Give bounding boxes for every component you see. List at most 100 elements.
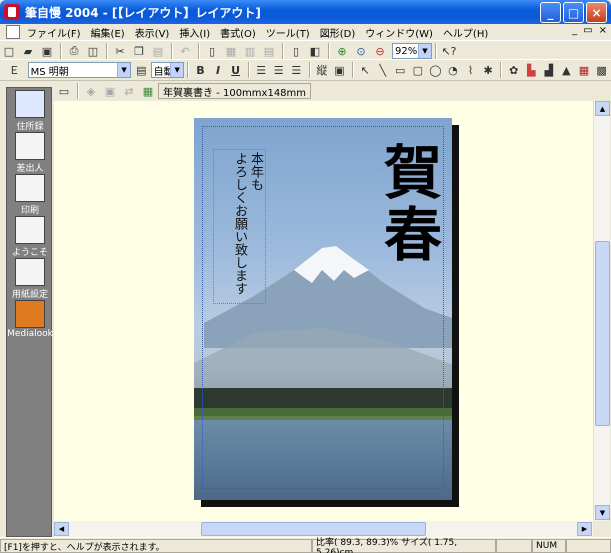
page-view-icon[interactable]: ▭ — [55, 82, 73, 100]
menu-help[interactable]: ヘルプ(H) — [438, 25, 493, 40]
text-tool-icon[interactable]: Ｅ — [6, 61, 23, 79]
app-icon[interactable] — [4, 4, 20, 20]
clipart-icon[interactable]: ✿ — [505, 61, 522, 79]
menu-tools[interactable]: ツール(T) — [261, 25, 315, 40]
welcome-icon — [15, 216, 45, 244]
save-icon[interactable]: ▣ — [38, 42, 56, 60]
sidebar-item-print[interactable]: 印刷 — [7, 174, 53, 216]
line-icon[interactable]: ╲ — [374, 61, 391, 79]
align-center-icon[interactable]: ☰ — [270, 61, 287, 79]
underline-button[interactable]: U — [227, 61, 244, 79]
stamp-icon[interactable]: ▲ — [558, 61, 575, 79]
sidebar-item-medialook[interactable]: Medialook — [7, 300, 53, 339]
sidebar-label: 住所録 — [16, 122, 44, 132]
photo-icon[interactable]: ▩ — [593, 61, 610, 79]
align-left-icon[interactable]: ☰ — [253, 61, 270, 79]
table-icon[interactable]: ▥ — [241, 42, 259, 60]
zoom-in-icon[interactable]: ⊕ — [333, 42, 351, 60]
document-toolbar: ▭ ◈ ▣ ⇄ ▦ 年賀裏書き - 100mmx148mm — [55, 81, 605, 101]
text-box-icon[interactable]: ▣ — [331, 61, 348, 79]
single-page-icon[interactable]: ▯ — [287, 42, 305, 60]
close-button[interactable]: × — [586, 2, 607, 23]
vertical-scrollbar[interactable]: ▲ ▼ — [593, 101, 610, 521]
back-side-icon[interactable]: ▣ — [101, 82, 119, 100]
mdi-close-button[interactable]: × — [599, 25, 607, 36]
vertical-scroll-thumb[interactable] — [595, 241, 610, 426]
italic-button[interactable]: I — [210, 61, 227, 79]
title-bar: 筆自慢 2004 - [【レイアウト】レイアウト] _ □ × — [0, 0, 611, 24]
page-size-label: 年賀裏書き - 100mmx148mm — [158, 83, 312, 99]
chevron-down-icon[interactable]: ▼ — [170, 63, 184, 77]
cut-icon[interactable]: ✂ — [111, 42, 129, 60]
print-icon[interactable]: ⎙ — [65, 42, 83, 60]
ellipse-icon[interactable]: ◯ — [427, 61, 444, 79]
sidebar-item-sender[interactable]: 差出人 — [7, 132, 53, 174]
menu-view[interactable]: 表示(V) — [130, 25, 175, 40]
menu-bar: ファイル(F) 編集(E) 表示(V) 挿入(I) 書式(O) ツール(T) 図… — [0, 24, 611, 40]
image-icon[interactable]: ▟ — [541, 61, 558, 79]
scroll-left-icon[interactable]: ◀ — [54, 522, 69, 536]
sidebar-item-paper-setup[interactable]: 用紙設定 — [7, 258, 53, 300]
menu-window[interactable]: ウィンドウ(W) — [360, 25, 438, 40]
menu-insert[interactable]: 挿入(I) — [174, 25, 215, 40]
minimize-button[interactable]: _ — [540, 2, 561, 23]
greeting-text-line1[interactable]: 本年も — [248, 152, 263, 191]
menu-shapes[interactable]: 図形(D) — [315, 25, 361, 40]
print-preview-icon[interactable]: ◫ — [84, 42, 102, 60]
menu-edit[interactable]: 編集(E) — [86, 25, 130, 40]
layout-icon[interactable]: ▦ — [139, 82, 157, 100]
size-select[interactable]: 自動 ▼ — [150, 62, 185, 78]
open-folder-icon[interactable]: ▰ — [19, 42, 37, 60]
rectangle-icon[interactable]: ▭ — [392, 61, 409, 79]
paste-icon[interactable]: ▤ — [149, 42, 167, 60]
maximize-button[interactable]: □ — [563, 2, 584, 23]
scroll-down-icon[interactable]: ▼ — [595, 505, 610, 520]
sidebar-item-welcome[interactable]: ようこそ — [7, 216, 53, 258]
scroll-right-icon[interactable]: ▶ — [577, 522, 592, 536]
freeform-icon[interactable]: ⌇ — [462, 61, 479, 79]
page-icon[interactable]: ▯ — [203, 42, 221, 60]
grid-icon[interactable]: ▦ — [222, 42, 240, 60]
undo-icon[interactable]: ↶ — [176, 42, 194, 60]
star-icon[interactable]: ✱ — [480, 61, 497, 79]
zoom-icon[interactable]: ⊙ — [352, 42, 370, 60]
menu-file[interactable]: ファイル(F) — [22, 25, 86, 40]
format-toolbar: Ｅ MS 明朝 ▼ ▤ 自動 ▼ B I U ☰ ☰ ☰ 縦 ▣ ↖ ╲ ▭ ▢… — [0, 59, 611, 81]
mdi-minimize-button[interactable]: _ — [572, 25, 577, 36]
columns-icon[interactable]: ▤ — [260, 42, 278, 60]
copy-icon[interactable]: ❐ — [130, 42, 148, 60]
menu-format[interactable]: 書式(O) — [215, 25, 261, 40]
chevron-down-icon[interactable]: ▼ — [117, 63, 131, 77]
context-help-icon[interactable]: ↖? — [440, 42, 458, 60]
window-title: 筆自慢 2004 - [【レイアウト】レイアウト] — [25, 5, 261, 20]
font-color-icon[interactable]: ▤ — [133, 61, 150, 79]
new-year-greeting-calligraphy[interactable]: 賀春 — [366, 142, 450, 266]
rounded-rect-icon[interactable]: ▢ — [410, 61, 427, 79]
postcard[interactable]: 本年も よろしくお願い致します 賀春 — [194, 118, 452, 500]
document-icon[interactable] — [6, 25, 20, 39]
color-fill-icon[interactable]: ▙ — [523, 61, 540, 79]
layout-canvas[interactable]: 本年も よろしくお願い致します 賀春 — [54, 101, 593, 521]
new-file-icon[interactable]: □ — [0, 42, 18, 60]
greeting-text-line2[interactable]: よろしくお願い致します — [232, 152, 247, 295]
align-right-icon[interactable]: ☰ — [288, 61, 305, 79]
zoom-out-icon[interactable]: ⊖ — [371, 42, 389, 60]
zoom-select[interactable]: 92% ▼ — [392, 43, 432, 59]
sidebar-label: Medialook — [7, 329, 53, 339]
frame-icon[interactable]: ▦ — [576, 61, 593, 79]
pointer-icon[interactable]: ↖ — [357, 61, 374, 79]
scroll-up-icon[interactable]: ▲ — [595, 101, 610, 116]
medialook-icon — [15, 300, 45, 328]
bold-button[interactable]: B — [192, 61, 209, 79]
sidebar-label: 印刷 — [20, 206, 39, 216]
sidebar-item-address-book[interactable]: 住所録 — [7, 90, 53, 132]
font-select[interactable]: MS 明朝 ▼ — [27, 62, 132, 78]
vertical-text-button[interactable]: 縦 — [314, 61, 331, 79]
sidebar-label: 用紙設定 — [11, 290, 48, 300]
chevron-down-icon[interactable]: ▼ — [418, 44, 431, 58]
mdi-restore-button[interactable]: ▭ — [583, 25, 592, 36]
flip-icon[interactable]: ⇄ — [120, 82, 138, 100]
front-side-icon[interactable]: ◈ — [82, 82, 100, 100]
page-setup-icon[interactable]: ◧ — [306, 42, 324, 60]
arc-icon[interactable]: ◔ — [445, 61, 462, 79]
